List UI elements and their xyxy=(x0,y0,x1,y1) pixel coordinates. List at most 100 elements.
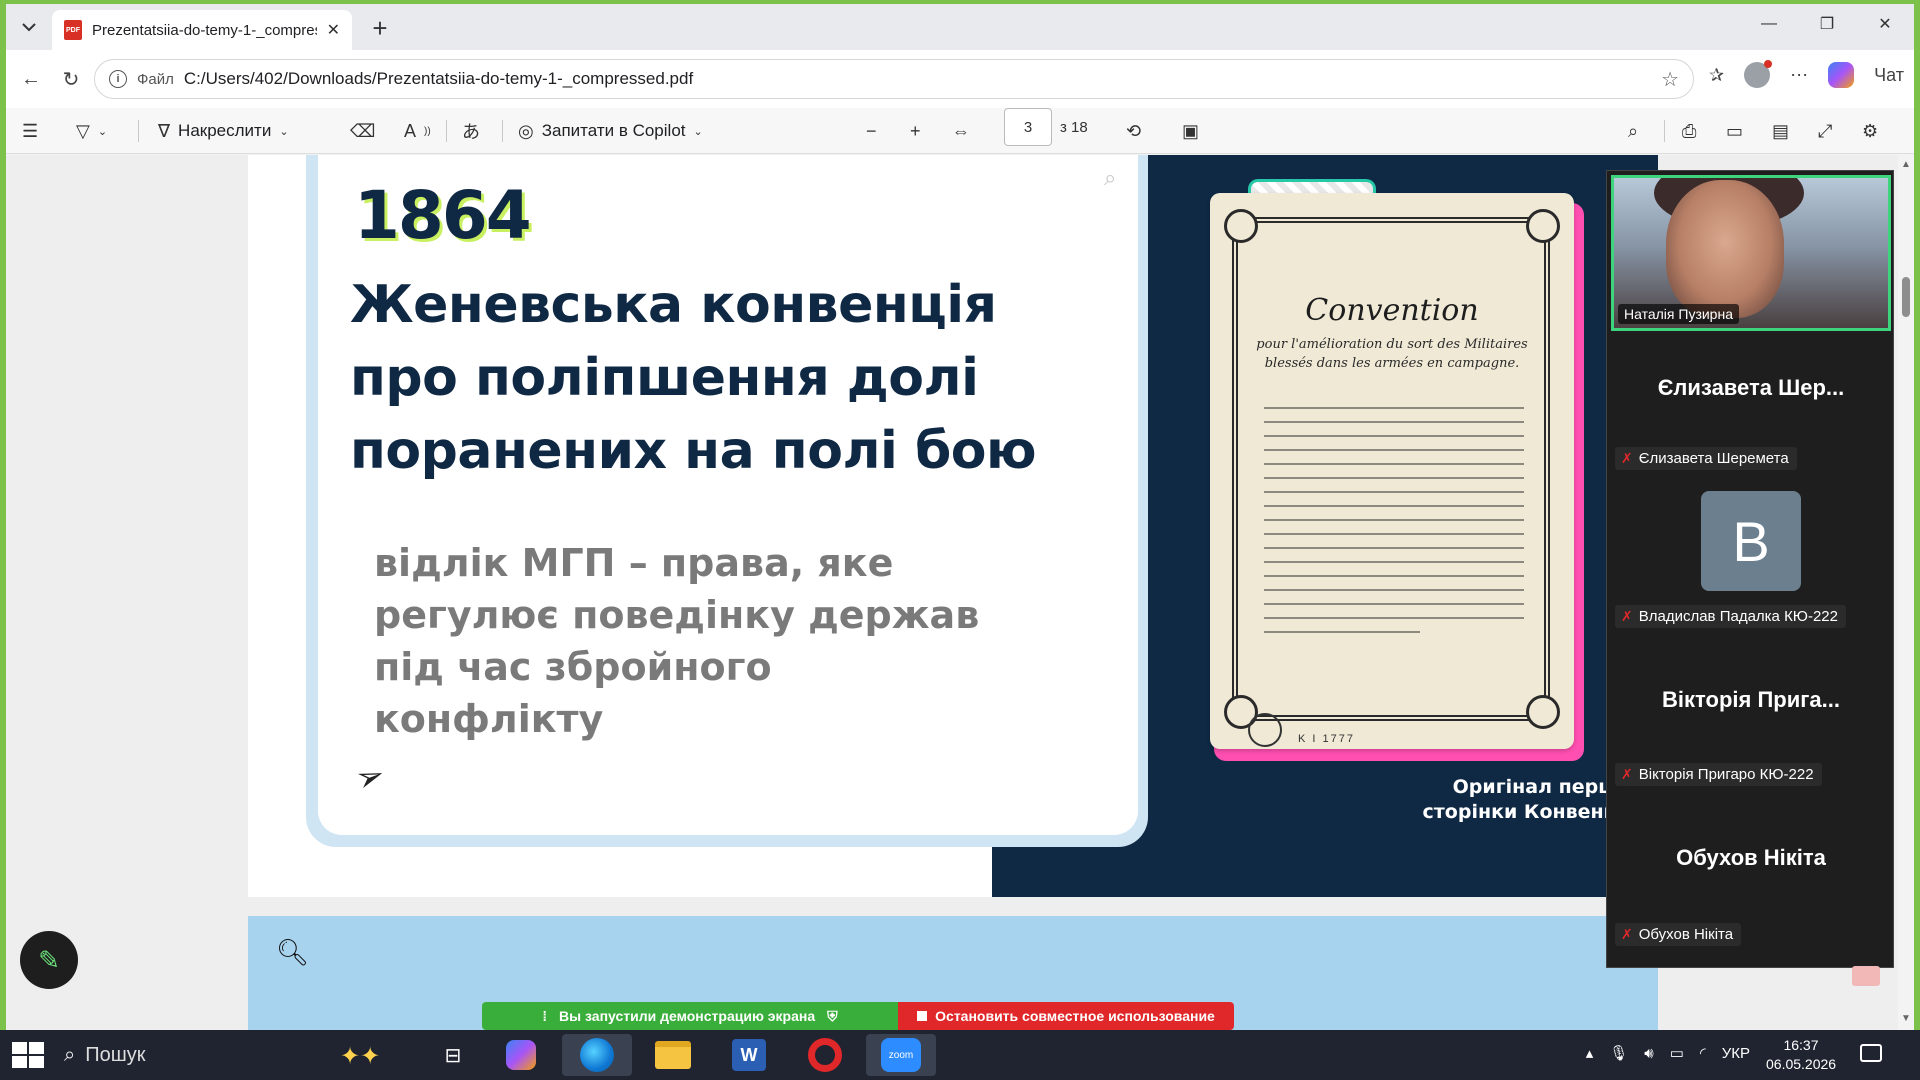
battery-icon[interactable]: ▭ xyxy=(1670,1044,1684,1062)
print-icon[interactable]: ⎙ xyxy=(1682,116,1696,146)
tray-overflow-icon[interactable]: ▴ xyxy=(1586,1044,1594,1062)
ornament-corner xyxy=(1526,695,1560,729)
participant-tile[interactable]: Обухов Нікіта ✗ Обухов Нікіта xyxy=(1607,805,1895,963)
document-title: Convention xyxy=(1305,293,1479,328)
url-text[interactable]: C:/Users/402/Downloads/Prezentatsiia-do-… xyxy=(184,69,1651,89)
favorites-icon[interactable]: ✰ xyxy=(1709,65,1724,86)
document-handwriting xyxy=(1264,407,1524,645)
participant-label: ✗ Єлизавета Шеремета xyxy=(1615,447,1797,470)
headline-line: поранених на полі бою xyxy=(350,421,1037,481)
scroll-thumb[interactable] xyxy=(1902,277,1910,317)
fullscreen-icon[interactable]: ⤢ xyxy=(1818,116,1832,146)
opera-app-icon[interactable] xyxy=(790,1034,860,1076)
address-row: ← ↻ i Файл C:/Users/402/Downloads/Prezen… xyxy=(6,50,1914,108)
stop-share-button[interactable]: Остановить совместное использование xyxy=(898,1002,1234,1030)
clock[interactable]: 16:37 06.05.2026 xyxy=(1766,1036,1836,1074)
more-icon[interactable]: ⋯ xyxy=(1790,65,1808,86)
wifi-icon[interactable]: ◜ xyxy=(1700,1044,1706,1062)
scrollbar[interactable]: ▲ ▼ xyxy=(1898,155,1914,1030)
toolbar-separator xyxy=(138,120,139,142)
mic-muted-icon: ✗ xyxy=(1621,450,1633,466)
page-view-icon[interactable]: ▣ xyxy=(1182,116,1199,146)
slide-year: 1864 xyxy=(354,177,532,254)
zoom-in-icon[interactable]: + xyxy=(910,116,921,146)
participant-tile[interactable]: В ✗ Владислав Падалка КЮ-222 xyxy=(1607,489,1895,647)
read-aloud-icon[interactable]: A)) xyxy=(404,116,431,146)
tab-pdf[interactable]: PDF Prezentatsiia-do-temy-1-_compres ✕ xyxy=(52,10,352,50)
scroll-up-icon[interactable]: ▲ xyxy=(1901,159,1911,170)
volume-icon[interactable]: 🔊︎ xyxy=(1644,1045,1653,1062)
profile-avatar[interactable] xyxy=(1744,60,1773,88)
sparkle-icon[interactable]: ✦✦ xyxy=(340,1042,380,1071)
zoom-panel-handle[interactable] xyxy=(1852,966,1880,986)
participant-label: ✗ Обухов Нікіта xyxy=(1615,923,1742,946)
participant-video[interactable]: Наталія Пузирна xyxy=(1611,175,1891,331)
info-icon[interactable]: i xyxy=(109,70,127,88)
copilot-app-icon[interactable] xyxy=(486,1034,556,1076)
settings-icon[interactable]: ⚙ xyxy=(1862,116,1878,146)
save-icon[interactable]: ▭ xyxy=(1726,116,1743,146)
chevron-down-icon xyxy=(22,23,36,32)
maximize-icon[interactable]: ❐ xyxy=(1798,4,1856,44)
page-number-input[interactable]: 3 xyxy=(1004,108,1052,146)
draw-button[interactable]: ∇ Накреслити ⌄ xyxy=(158,116,289,146)
edge-app-icon[interactable] xyxy=(562,1034,632,1076)
close-tab-icon[interactable]: ✕ xyxy=(327,20,340,40)
star-icon[interactable]: ☆ xyxy=(1661,67,1679,92)
shield-icon: ⛨ xyxy=(827,1007,838,1024)
drag-handle-icon: ⁞ xyxy=(542,1008,548,1024)
slide-subtext: відлік МГП – права, яке регулює поведінк… xyxy=(374,537,1014,745)
notification-icon[interactable] xyxy=(1860,1044,1882,1062)
contents-icon[interactable]: ☰ xyxy=(22,116,38,146)
microphone-icon[interactable]: 🎙︎ xyxy=(1609,1044,1628,1062)
taskbar: ⌕ Пошук ✦✦ ⊟ W zoom ▴ 🎙︎ 🔊︎ ▭ ◜ УКР 16:3… xyxy=(0,1030,1920,1080)
browser-actions: ✰ ⋯ Чат xyxy=(1709,60,1904,88)
ornament-corner xyxy=(1526,209,1560,243)
word-app-icon[interactable]: W xyxy=(714,1034,784,1076)
chevron-down-icon: ⌄ xyxy=(693,125,703,138)
close-window-icon[interactable]: ✕ xyxy=(1856,4,1914,44)
rotate-icon[interactable]: ⟲ xyxy=(1126,116,1141,146)
highlight-icon[interactable]: ▽ ⌄ xyxy=(76,116,107,146)
chat-label[interactable]: Чат xyxy=(1874,65,1904,86)
address-bar[interactable]: i Файл C:/Users/402/Downloads/Prezentats… xyxy=(94,59,1694,99)
copilot-icon[interactable] xyxy=(1828,62,1855,88)
participant-name: Вікторія Пригаро КЮ-222 xyxy=(1638,766,1814,783)
zoom-participants-panel: Наталія Пузирна Єлизавета Шер... ✗ Єлиза… xyxy=(1606,170,1894,968)
reload-icon[interactable]: ↻ xyxy=(56,64,86,94)
search-icon[interactable]: ⌕ xyxy=(1628,116,1638,146)
new-tab-button[interactable]: + xyxy=(366,14,394,42)
windows-start-icon[interactable] xyxy=(10,1040,46,1070)
translate-icon[interactable]: あ xyxy=(462,116,480,146)
clock-date: 06.05.2026 xyxy=(1766,1056,1837,1072)
task-view-icon[interactable]: ⊟ xyxy=(418,1034,488,1076)
pen-icon[interactable]: ✎ xyxy=(20,931,78,989)
copilot-outline-icon: ◎ xyxy=(518,120,534,141)
save-as-icon[interactable]: ▤ xyxy=(1772,116,1789,146)
zoom-out-icon[interactable]: − xyxy=(866,116,877,146)
share-status-bar[interactable]: ⁞ Вы запустили демонстрацию экрана ⛨ xyxy=(482,1002,898,1030)
participant-face xyxy=(1666,180,1784,318)
ornament-corner xyxy=(1224,209,1258,243)
magnifier-icon: ⌕ xyxy=(1104,165,1117,190)
eraser-icon[interactable]: ⌫ xyxy=(350,116,375,146)
ask-copilot-button[interactable]: ◎ Запитати в Copilot ⌄ xyxy=(518,116,703,146)
minimize-icon[interactable]: — xyxy=(1740,4,1798,44)
tab-list-button[interactable] xyxy=(14,12,44,42)
subtext-line: відлік МГП – права, яке xyxy=(374,541,894,585)
language-indicator[interactable]: УКР xyxy=(1722,1045,1750,1062)
document-code: K I 1777 xyxy=(1298,733,1355,745)
zoom-app-icon[interactable]: zoom xyxy=(866,1034,936,1076)
participant-tile[interactable]: Вікторія Прига... ✗ Вікторія Пригаро КЮ-… xyxy=(1607,647,1895,805)
tab-strip: PDF Prezentatsiia-do-temy-1-_compres ✕ +… xyxy=(6,4,1914,50)
participant-tile[interactable]: Єлизавета Шер... ✗ Єлизавета Шеремета xyxy=(1607,331,1895,489)
mic-muted-icon: ✗ xyxy=(1621,926,1633,942)
back-icon[interactable]: ← xyxy=(16,64,46,94)
document-subtitle: pour l'amélioration du sort des Militair… xyxy=(1256,337,1528,371)
fit-width-icon[interactable]: ⇔ xyxy=(952,116,970,146)
clock-time: 16:37 xyxy=(1783,1037,1819,1053)
participant-label: ✗ Владислав Падалка КЮ-222 xyxy=(1615,605,1846,628)
scroll-down-icon[interactable]: ▼ xyxy=(1901,1013,1911,1024)
mic-muted-icon: ✗ xyxy=(1621,766,1633,782)
file-explorer-icon[interactable] xyxy=(638,1034,708,1076)
